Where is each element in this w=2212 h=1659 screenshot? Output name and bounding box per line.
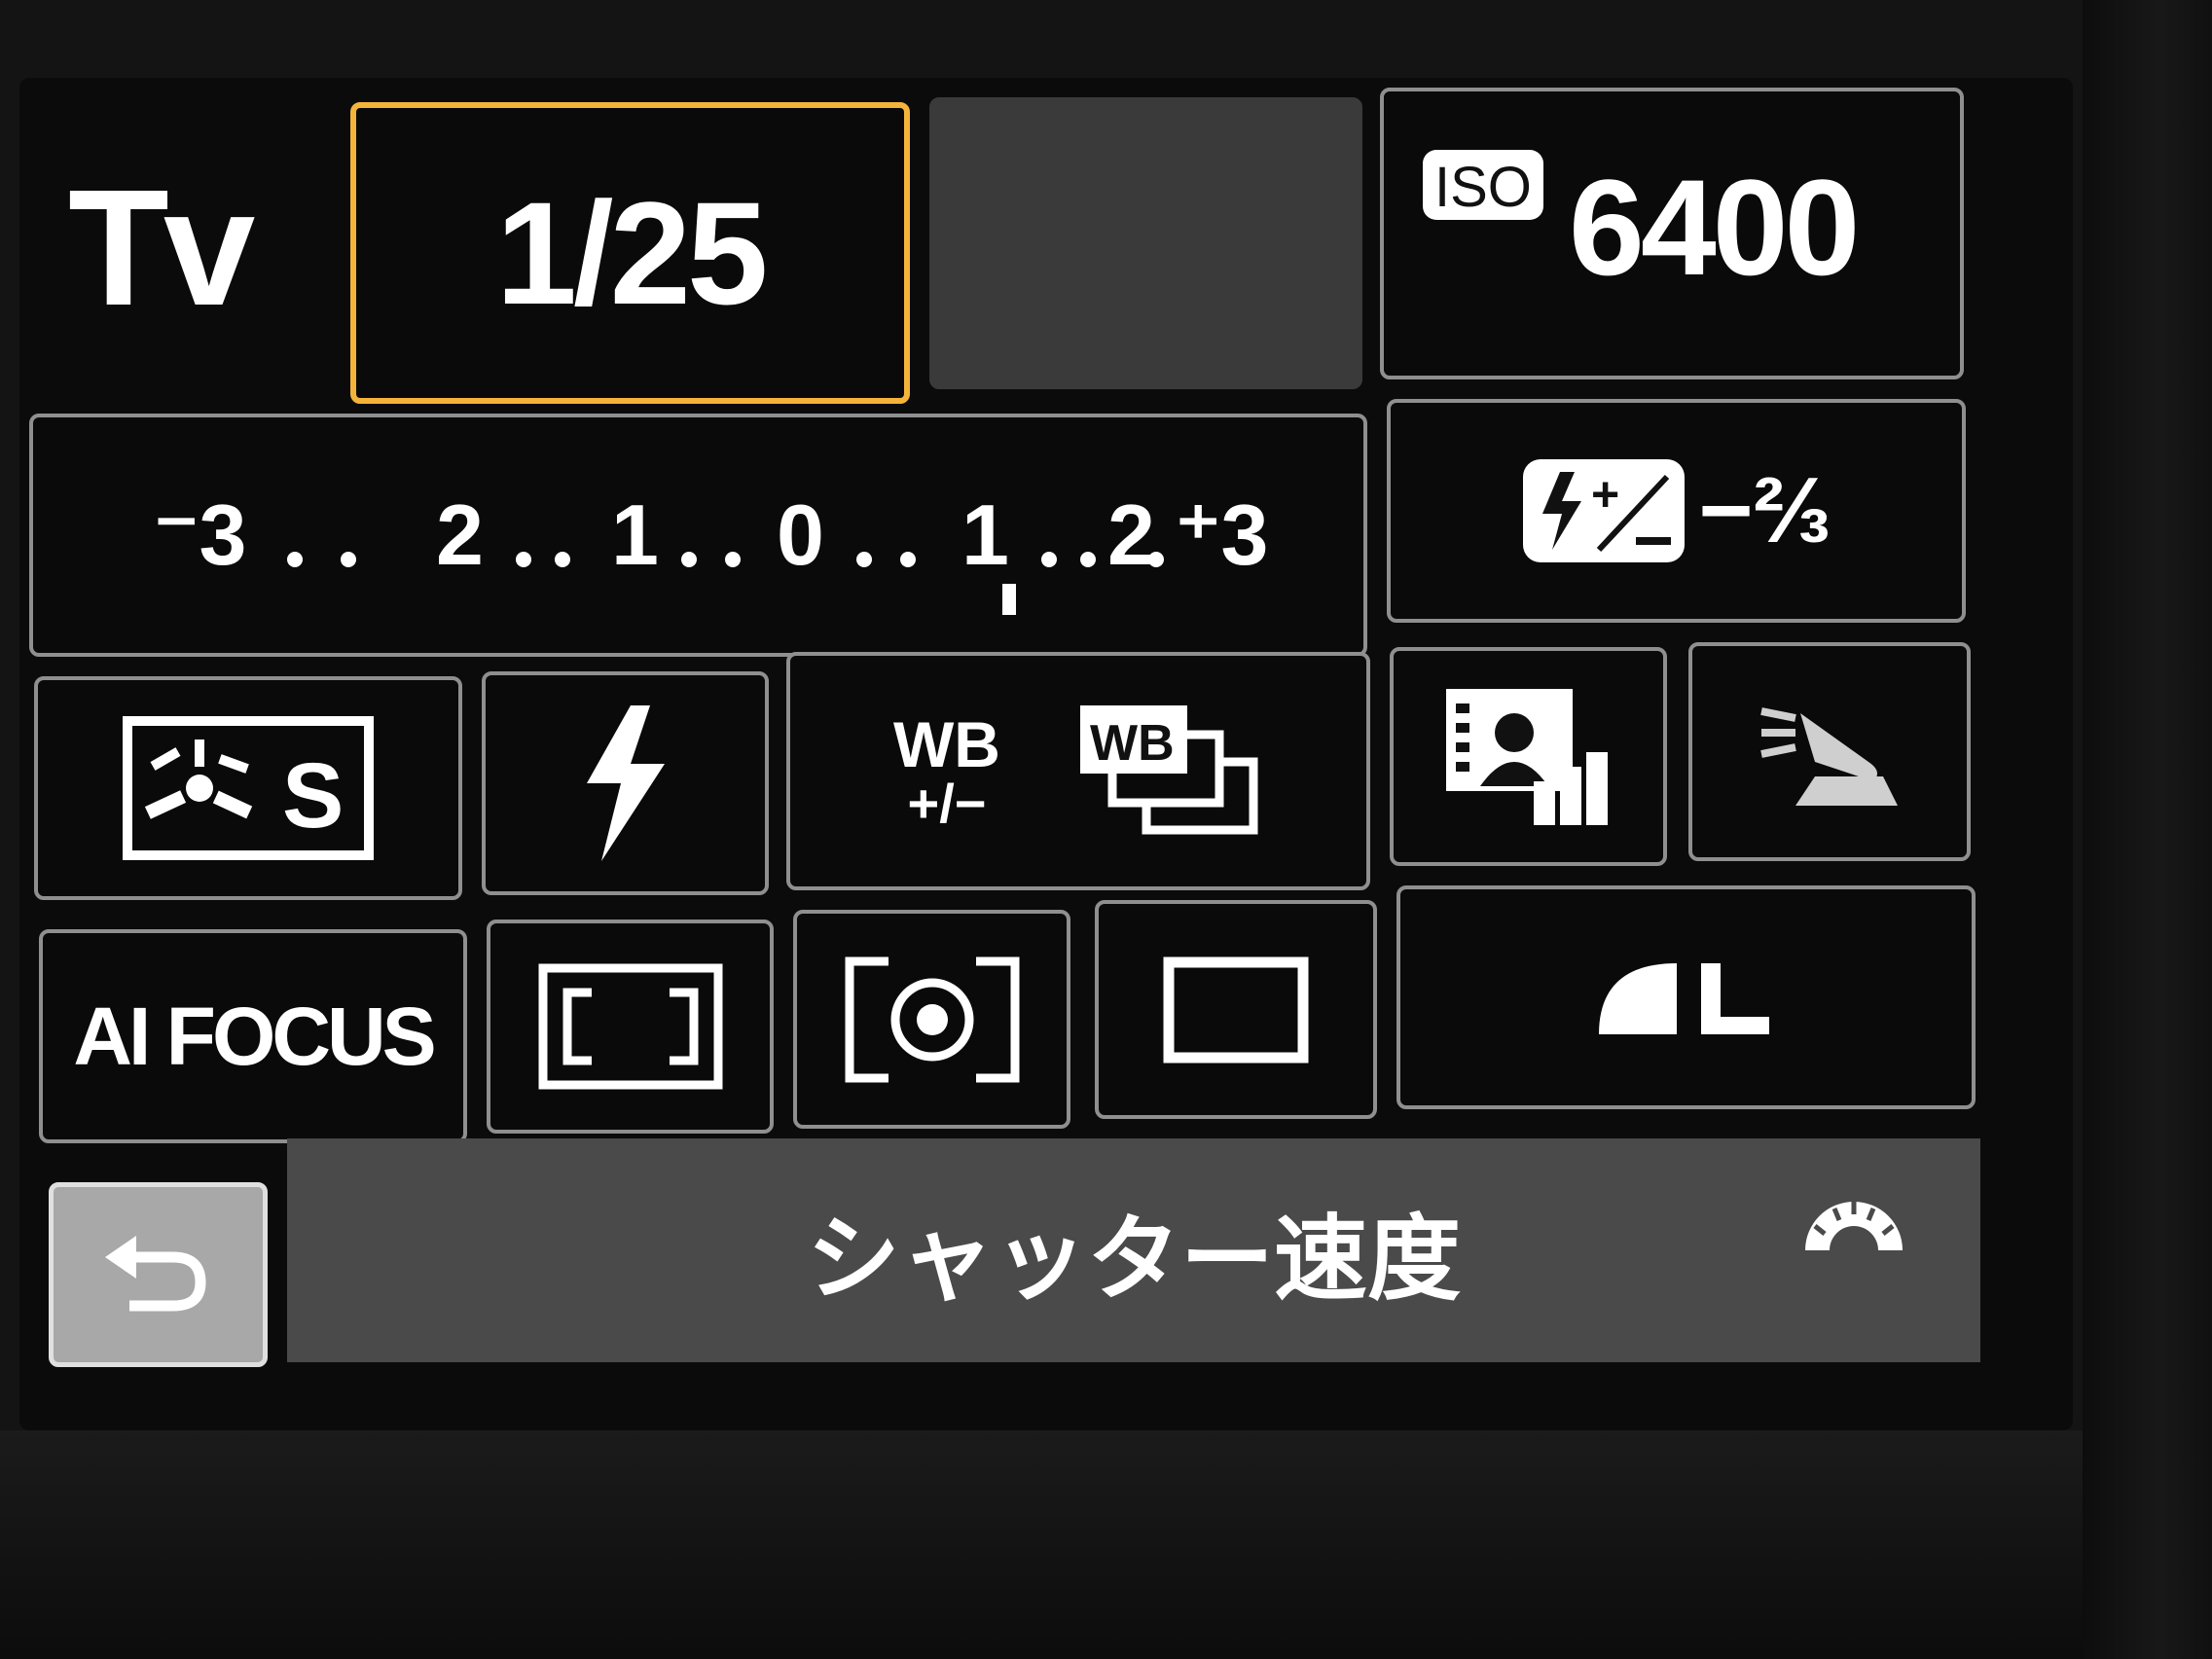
af-mode-cell[interactable]: AI FOCUS	[39, 929, 467, 1143]
highlight-tone-priority-icon	[1760, 706, 1898, 806]
image-quality-cell[interactable]	[1396, 885, 1976, 1109]
scale-dots	[286, 552, 1164, 567]
scale-mark-1-right: 1	[961, 487, 1009, 583]
camera-bezel-bottom	[0, 1430, 2212, 1659]
white-balance-cell[interactable]: WB +/− WB	[786, 652, 1370, 890]
help-text: シャッター速度	[807, 1204, 1461, 1314]
wb-bracket-icon: WB	[1079, 704, 1258, 834]
svg-text:WB: WB	[1090, 715, 1175, 772]
evaluative-metering-icon	[538, 963, 722, 1090]
return-button[interactable]	[49, 1182, 268, 1367]
scale-mark-0: 0	[777, 487, 824, 583]
picture-style-cell[interactable]: S	[34, 676, 462, 900]
wb-shift-icon: WB +/−	[893, 712, 1000, 831]
exposure-scale: ⁻3 2 1 0 1 2 ⁺3	[154, 487, 1268, 615]
scale-mark-minus3: ⁻3	[154, 487, 246, 583]
drive-mode-cell[interactable]	[1095, 900, 1377, 1119]
help-bar: シャッター速度	[287, 1138, 1980, 1362]
partial-metering-icon	[845, 956, 1019, 1082]
main-dial-icon	[1805, 1202, 1903, 1250]
flash-exposure-comp-icon: +	[1523, 459, 1686, 562]
scale-mark-1-left: 1	[611, 487, 659, 583]
camera-bezel-right	[2083, 0, 2212, 1659]
scale-mark-plus3: ⁺3	[1176, 487, 1268, 583]
metering-evaluative-cell[interactable]	[487, 920, 774, 1134]
shutter-speed-value: 1/25	[495, 170, 769, 335]
iso-cell[interactable]: ISO 6400	[1380, 88, 1964, 379]
auto-lighting-optimizer-icon	[1445, 688, 1608, 825]
flash-icon	[586, 705, 665, 861]
single-shot-icon	[1163, 956, 1309, 1063]
wb-shift-top: WB	[893, 707, 1000, 780]
exposure-level-cell[interactable]: ⁻3 2 1 0 1 2 ⁺3	[29, 414, 1367, 657]
svg-text:S: S	[282, 744, 344, 848]
aperture-cell-disabled	[929, 97, 1362, 389]
svg-text:+: +	[1591, 467, 1619, 522]
auto-lighting-cell[interactable]	[1390, 647, 1667, 866]
flash-cell[interactable]	[482, 671, 769, 895]
flash-exposure-comp-value: −⅔	[1698, 458, 1831, 562]
return-icon	[104, 1236, 206, 1312]
picture-style-standard-icon: S	[123, 716, 374, 860]
iso-label: ISO	[1423, 150, 1543, 220]
shutter-speed-cell[interactable]: 1/25	[350, 102, 910, 404]
metering-partial-cell[interactable]	[793, 910, 1070, 1129]
shooting-mode: Tv	[68, 156, 255, 341]
image-quality-large-fine-icon	[1598, 963, 1769, 1034]
af-mode-value: AI FOCUS	[73, 990, 436, 1082]
highlight-tone-cell[interactable]	[1688, 642, 1971, 861]
wb-shift-bottom: +/−	[907, 772, 987, 834]
flash-exposure-comp-cell[interactable]: + −⅔	[1387, 399, 1966, 623]
exposure-indicator	[1001, 584, 1016, 615]
scale-mark-2-right: 2	[1107, 487, 1155, 583]
scale-mark-2-left: 2	[436, 487, 484, 583]
iso-value: 6400	[1569, 151, 1860, 304]
